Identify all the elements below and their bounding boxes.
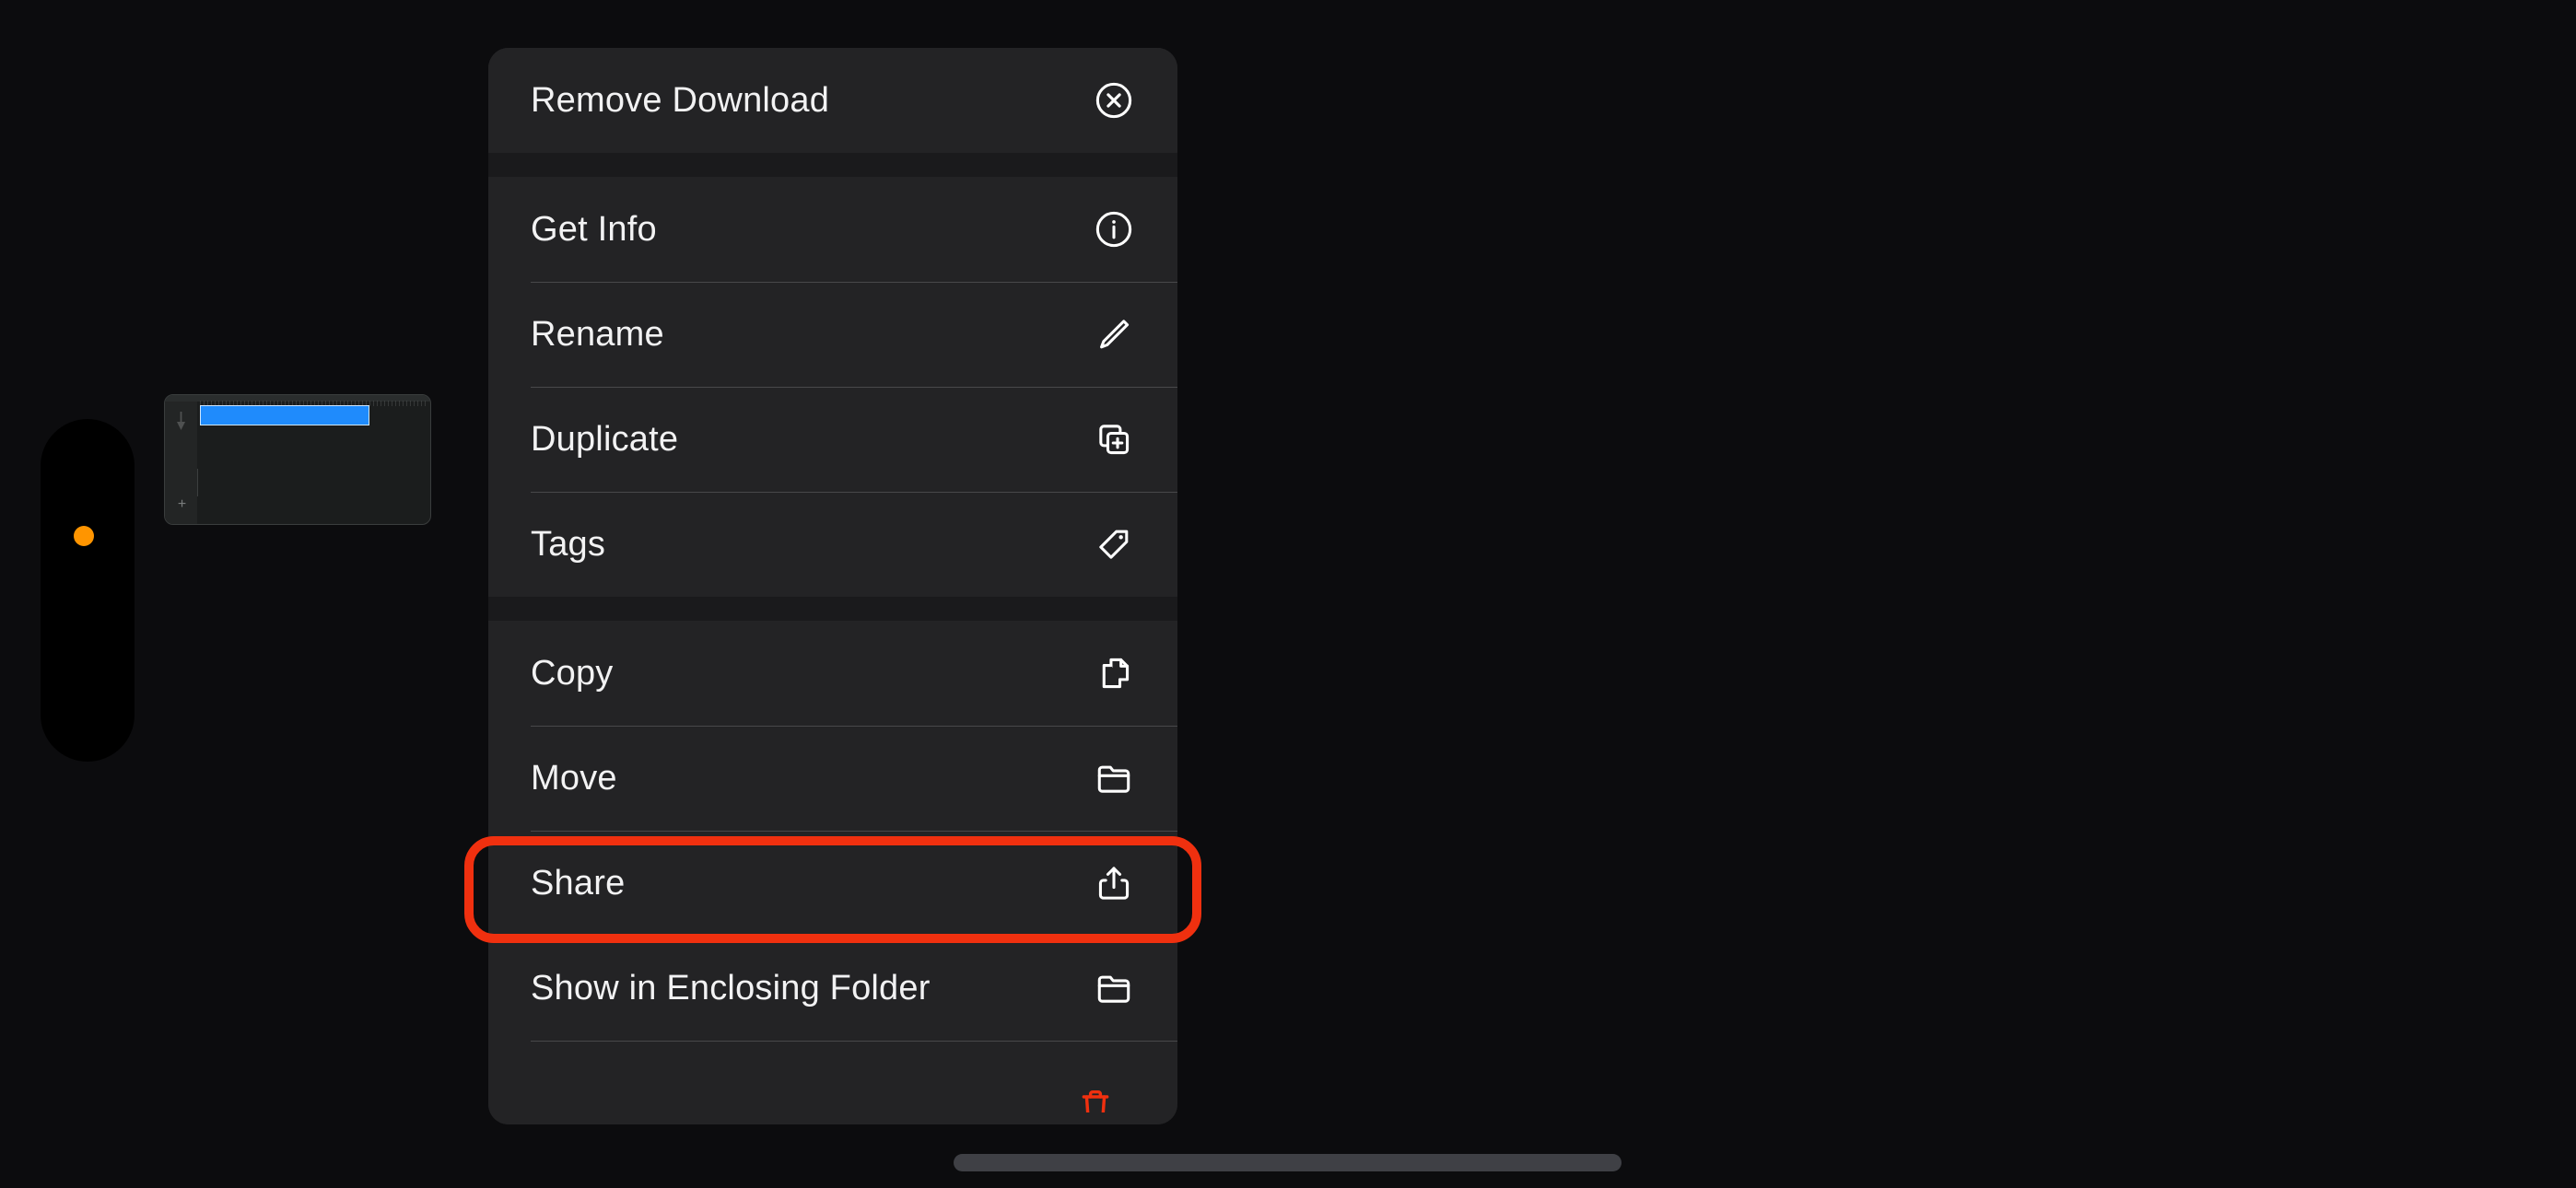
menu-item-label: Move <box>531 759 617 798</box>
menu-item-remove-download[interactable]: Remove Download <box>488 48 1177 153</box>
menu-group-3: Copy Move <box>488 621 1177 1124</box>
menu-item-get-info[interactable]: Get Info <box>488 177 1177 282</box>
screen: + Remove Download Get Info <box>0 0 2576 1188</box>
menu-item-move[interactable]: Move <box>488 726 1177 831</box>
copy-documents-icon <box>1093 652 1135 694</box>
menu-item-share[interactable]: Share <box>488 831 1177 936</box>
menu-group-1: Remove Download <box>488 48 1177 153</box>
folder-icon <box>1093 757 1135 799</box>
menu-item-copy[interactable]: Copy <box>488 621 1177 726</box>
menu-item-tags[interactable]: Tags <box>488 492 1177 597</box>
pencil-icon <box>1093 313 1135 355</box>
menu-group-2: Get Info Rename Duplicate <box>488 177 1177 597</box>
menu-item-label: Show in Enclosing Folder <box>531 969 931 1008</box>
share-icon <box>1093 862 1135 904</box>
dynamic-island <box>41 419 135 762</box>
menu-item-label: Get Info <box>531 210 657 250</box>
plus-icon: + <box>176 498 188 510</box>
menu-item-rename[interactable]: Rename <box>488 282 1177 387</box>
menu-item-show-in-enclosing-folder[interactable]: Show in Enclosing Folder <box>488 936 1177 1041</box>
info-circle-icon <box>1093 208 1135 250</box>
trash-icon <box>1074 1085 1117 1112</box>
horizontal-scrollbar[interactable] <box>954 1154 1622 1171</box>
menu-item-duplicate[interactable]: Duplicate <box>488 387 1177 492</box>
thumbnail-divider <box>197 469 198 496</box>
tag-icon <box>1093 523 1135 565</box>
remove-circle-icon <box>1093 79 1135 122</box>
menu-item-label: Copy <box>531 654 614 693</box>
menu-item-label: Duplicate <box>531 420 678 460</box>
recording-indicator-dot <box>74 526 94 546</box>
context-menu: Remove Download Get Info Re <box>488 48 1177 1124</box>
menu-item-label: Rename <box>531 315 664 355</box>
thumbnail-selected-row <box>200 405 369 425</box>
window-thumbnail[interactable]: + <box>164 394 431 525</box>
menu-item-label: Share <box>531 864 625 903</box>
menu-item-label: Tags <box>531 525 605 565</box>
duplicate-icon <box>1093 418 1135 460</box>
folder-icon <box>1093 967 1135 1009</box>
menu-group-separator <box>488 153 1177 177</box>
menu-item-label: Remove Download <box>531 81 829 121</box>
menu-group-separator <box>488 597 1177 621</box>
